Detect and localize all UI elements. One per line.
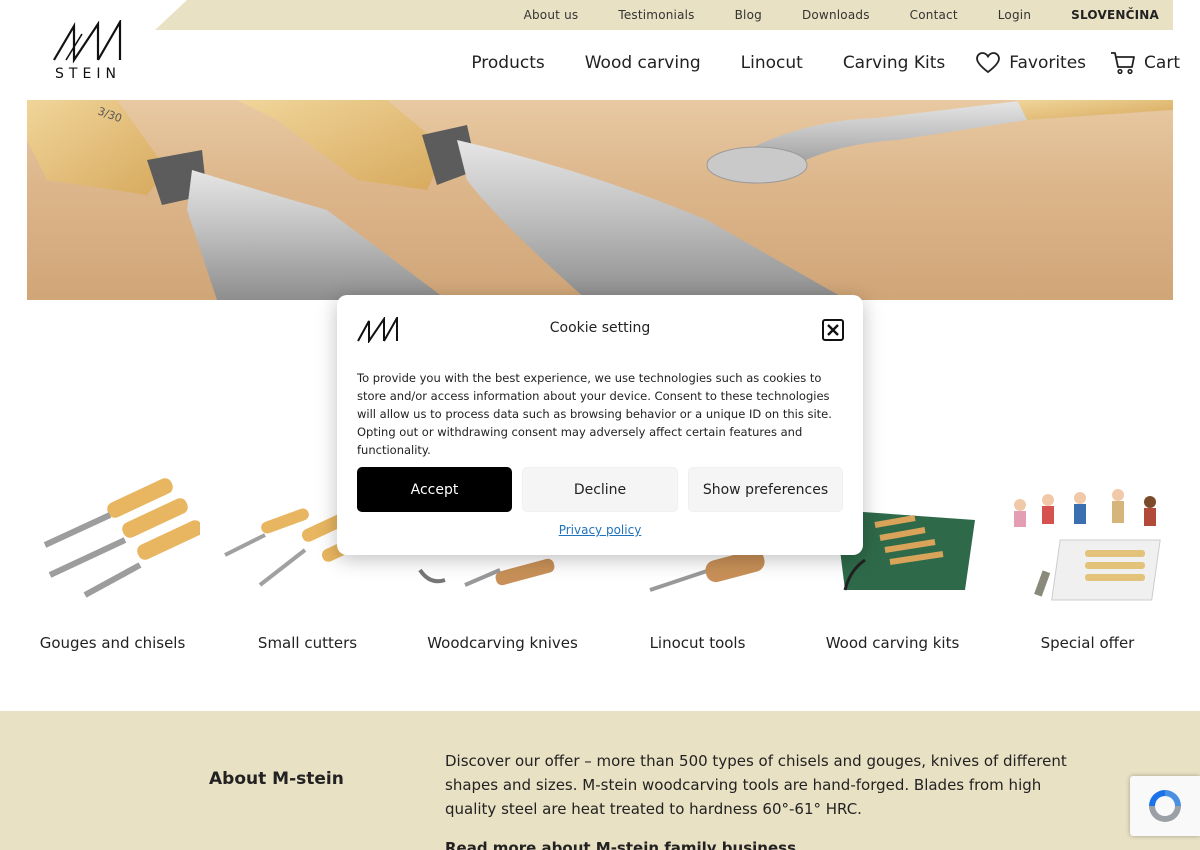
special-offer-image [1014,489,1161,601]
cart-icon [1110,50,1136,76]
show-preferences-button[interactable]: Show preferences [688,467,843,512]
about-title: About M-stein [209,769,344,789]
close-icon[interactable] [822,319,844,341]
category-label: Wood carving kits [825,634,960,652]
nav-wood-carving-label: Wood carving [584,53,701,73]
cookie-description: To provide you with the best experience,… [357,371,832,457]
category-label: Special offer [1040,634,1135,652]
category-label: Linocut tools [649,634,746,652]
nav-products[interactable]: Products [471,53,544,73]
nav-carving-kits-label: Carving Kits [842,53,946,73]
language-switch[interactable]: SLOVENČINA [1071,8,1159,22]
nav-products-label: Products [471,53,545,73]
top-link-contact[interactable]: Contact [910,8,958,22]
top-link-downloads[interactable]: Downloads [802,8,870,22]
about-read-more-link[interactable]: Read more about M-stein family business [445,839,796,850]
nav-wood-carving[interactable]: Wood carving [585,53,701,73]
heart-icon [975,50,1001,76]
nav-linocut-label: Linocut [740,53,803,73]
top-link-about-us[interactable]: About us [524,8,579,22]
decline-button[interactable]: Decline [522,467,678,512]
nav-cart-label: Cart [1144,53,1180,73]
category-special-offer[interactable]: Special offer [990,460,1185,660]
gouges-and-chisels-image [43,478,200,598]
category-label: Gouges and chisels [39,634,186,652]
logo-mark-icon [53,20,122,64]
site-logo[interactable]: STEIN [52,20,124,82]
nav-linocut[interactable]: Linocut [741,53,803,73]
category-label: Woodcarving knives [427,634,578,652]
nav-favorites[interactable]: Favorites [975,50,1086,76]
accept-button[interactable]: Accept [357,467,512,512]
privacy-policy-link[interactable]: Privacy policy [337,523,863,537]
top-link-testimonials[interactable]: Testimonials [618,8,694,22]
logo-text: STEIN [55,66,121,82]
hero-image: 3/30 [27,100,1173,300]
nav-favorites-label: Favorites [1009,53,1087,73]
about-section: About M-stein Discover our offer – more … [0,711,1200,850]
top-link-blog[interactable]: Blog [735,8,762,22]
cookie-consent-dialog: Cookie setting To provide you with the b… [337,295,863,555]
carving-tools-photo: 3/30 [27,100,1173,300]
recaptcha-badge[interactable] [1130,776,1200,836]
nav-carving-kits[interactable]: Carving Kits [843,53,945,73]
main-navigation: Products Wood carving Linocut Carving Ki… [471,48,1180,78]
cookie-title: Cookie setting [549,320,651,336]
top-links: About us Testimonials Blog Downloads Con… [484,0,1159,30]
top-link-login[interactable]: Login [998,8,1031,22]
about-text: Discover our offer – more than 500 types… [445,752,1067,818]
top-utility-bar: About us Testimonials Blog Downloads Con… [155,0,1173,30]
category-gouges-and-chisels[interactable]: Gouges and chisels [15,460,210,660]
recaptcha-icon [1149,790,1181,822]
nav-cart[interactable]: Cart [1110,50,1180,76]
category-label: Small cutters [257,634,358,652]
